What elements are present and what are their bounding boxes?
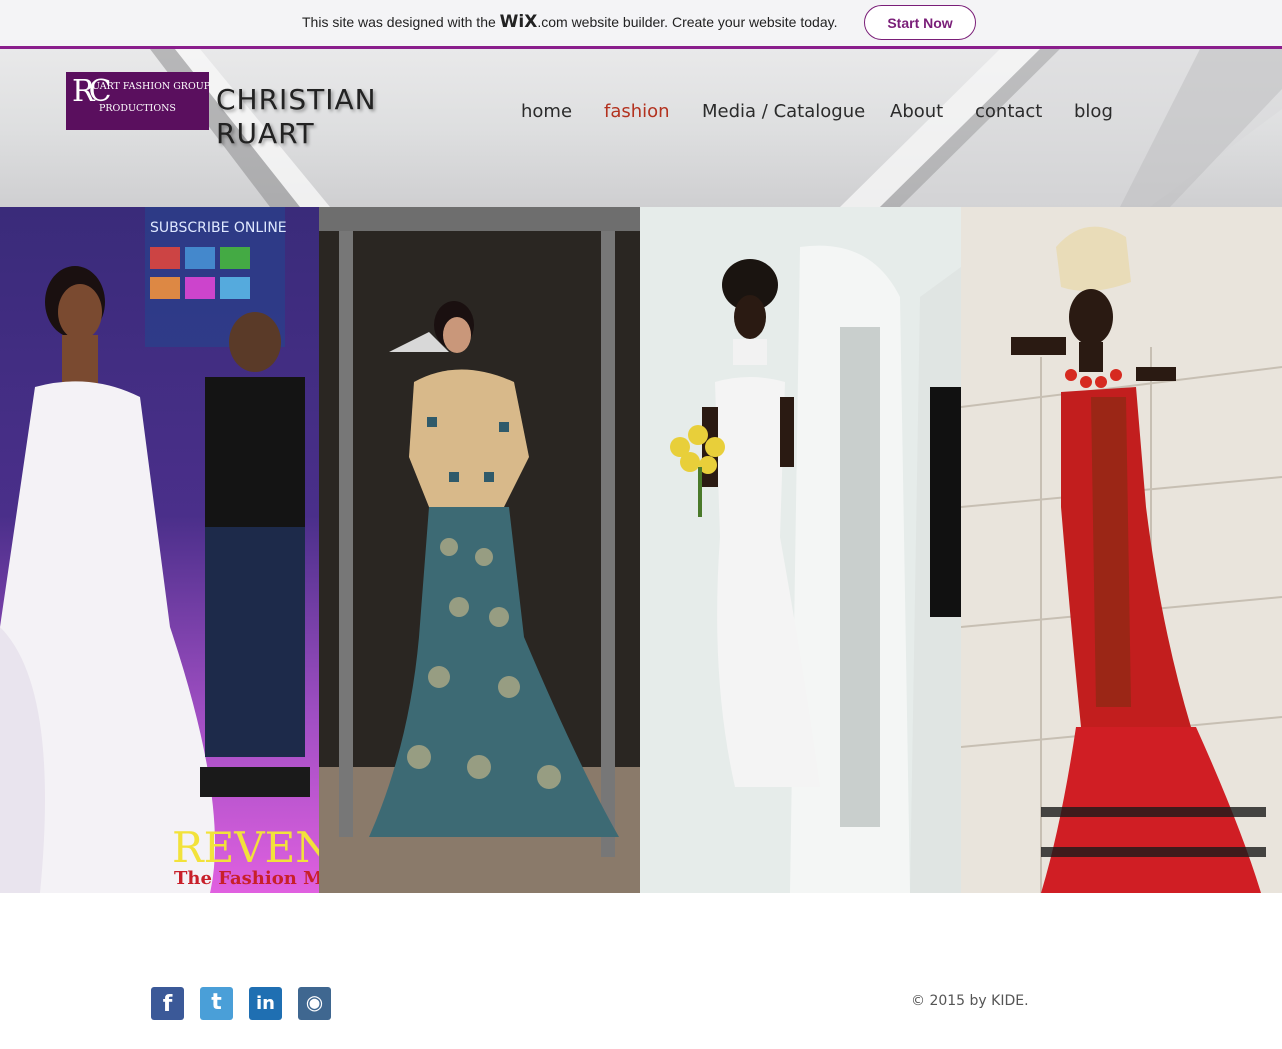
fashion-gallery: SUBSCRIBE ONLINE REVEN The Fashion Ma: [0, 207, 1282, 893]
facebook-link[interactable]: f: [151, 987, 184, 1020]
twitter-icon: t: [211, 990, 222, 1015]
wix-promo-text: This site was designed with the WiX.com …: [302, 12, 837, 32]
gallery-photo-1[interactable]: SUBSCRIBE ONLINE REVEN The Fashion Ma: [0, 207, 319, 893]
wix-logo[interactable]: WiX: [500, 12, 538, 32]
panel1-caption-small: The Fashion Ma: [174, 868, 319, 889]
linkedin-link[interactable]: in: [249, 987, 282, 1020]
site-header: RC UART FASHION GROUP PRODUCTIONS CHRIST…: [0, 49, 1282, 207]
linkedin-icon: in: [256, 993, 275, 1014]
twitter-link[interactable]: t: [200, 987, 233, 1020]
gallery-photo-3[interactable]: [640, 207, 961, 893]
panel1-caption-big: REVEN: [172, 823, 319, 872]
wix-promo-text-after: .com website builder. Create your websit…: [537, 14, 838, 30]
facebook-icon: f: [162, 992, 173, 1017]
nav-item-blog[interactable]: blog: [1074, 101, 1113, 122]
instagram-link[interactable]: ◉: [298, 987, 331, 1020]
start-now-button[interactable]: Start Now: [864, 5, 976, 40]
nav-item-media-catalogue[interactable]: Media / Catalogue: [702, 101, 865, 122]
brand-logo[interactable]: RC UART FASHION GROUP PRODUCTIONS: [66, 72, 211, 130]
gallery-photo-2[interactable]: [319, 207, 640, 893]
nav-item-contact[interactable]: contact: [975, 101, 1042, 122]
logo-text-line1: UART FASHION GROUP: [92, 81, 211, 92]
nav-item-about[interactable]: About: [890, 101, 943, 122]
logo-text-line2: PRODUCTIONS: [99, 103, 176, 114]
brand-name[interactable]: CHRISTIAN RUART: [216, 83, 377, 151]
copyright-text: © 2015 by KIDE.: [911, 993, 1029, 1009]
brand-name-line2: RUART: [216, 117, 315, 150]
brand-name-line1: CHRISTIAN: [216, 83, 377, 116]
nav-item-fashion[interactable]: fashion: [604, 101, 670, 122]
nav-item-home[interactable]: home: [521, 101, 572, 122]
screen-text: SUBSCRIBE ONLINE: [150, 220, 287, 236]
instagram-icon: ◉: [305, 992, 324, 1014]
wix-promo-text-before: This site was designed with the: [302, 14, 500, 30]
wix-promo-banner: This site was designed with the WiX.com …: [0, 0, 1282, 49]
gallery-photo-4[interactable]: [961, 207, 1282, 893]
